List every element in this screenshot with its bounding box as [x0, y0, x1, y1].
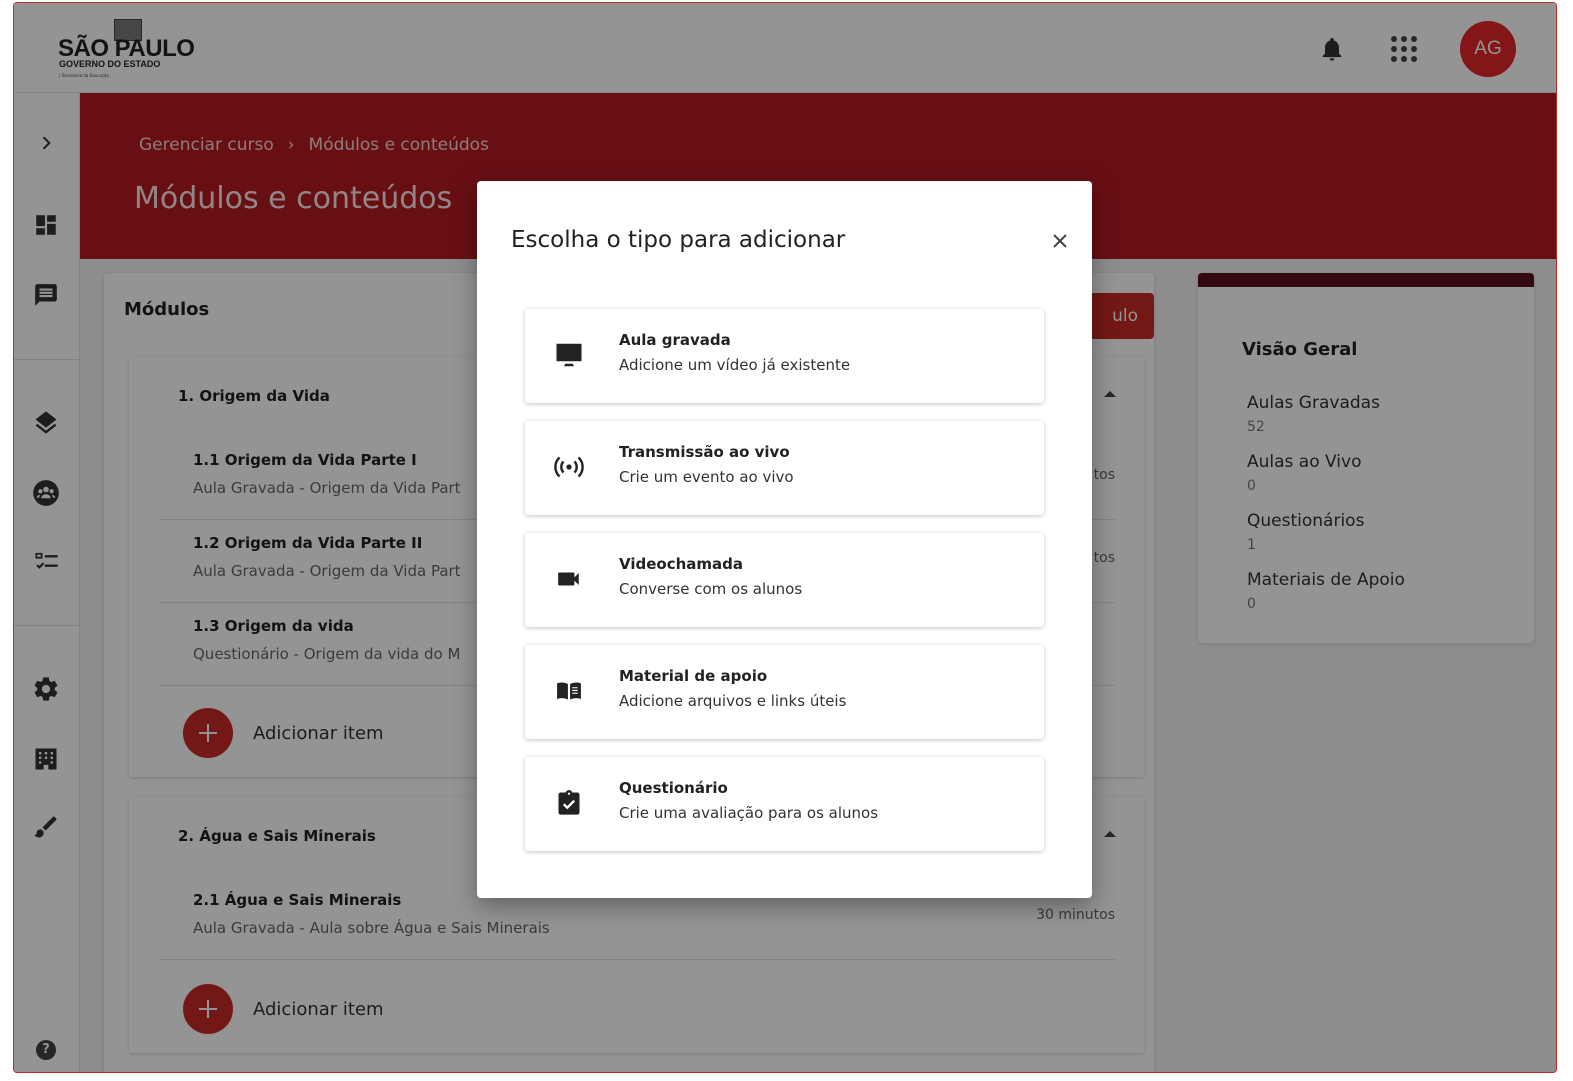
- option-title: Videochamada: [619, 555, 744, 573]
- option-video-call[interactable]: Videochamada Converse com os alunos: [525, 533, 1044, 627]
- add-type-dialog: Escolha o tipo para adicionar Aula grava…: [477, 181, 1092, 898]
- option-title: Transmissão ao vivo: [619, 443, 790, 461]
- clipboard-check-icon: [553, 787, 585, 819]
- option-subtitle: Converse com os alunos: [619, 580, 803, 598]
- option-subtitle: Crie uma avaliação para os alunos: [619, 804, 879, 822]
- live-broadcast-icon: [553, 451, 585, 483]
- option-title: Aula gravada: [619, 331, 731, 349]
- option-recorded-lesson[interactable]: Aula gravada Adicione um vídeo já existe…: [525, 309, 1044, 403]
- monitor-icon: [553, 339, 585, 371]
- option-subtitle: Crie um evento ao vivo: [619, 468, 794, 486]
- dialog-title: Escolha o tipo para adicionar: [511, 227, 846, 253]
- videocam-icon: [553, 563, 585, 595]
- option-quiz[interactable]: Questionário Crie uma avaliação para os …: [525, 757, 1044, 851]
- app-window: SÃO PAULO GOVERNO DO ESTADO | Secretaria…: [13, 2, 1557, 1073]
- option-live-stream[interactable]: Transmissão ao vivo Crie um evento ao vi…: [525, 421, 1044, 515]
- option-subtitle: Adicione um vídeo já existente: [619, 356, 851, 374]
- close-icon[interactable]: [1046, 227, 1074, 255]
- book-icon: [553, 675, 585, 707]
- option-support-material[interactable]: Material de apoio Adicione arquivos e li…: [525, 645, 1044, 739]
- option-title: Questionário: [619, 779, 728, 797]
- option-subtitle: Adicione arquivos e links úteis: [619, 692, 847, 710]
- option-title: Material de apoio: [619, 667, 768, 685]
